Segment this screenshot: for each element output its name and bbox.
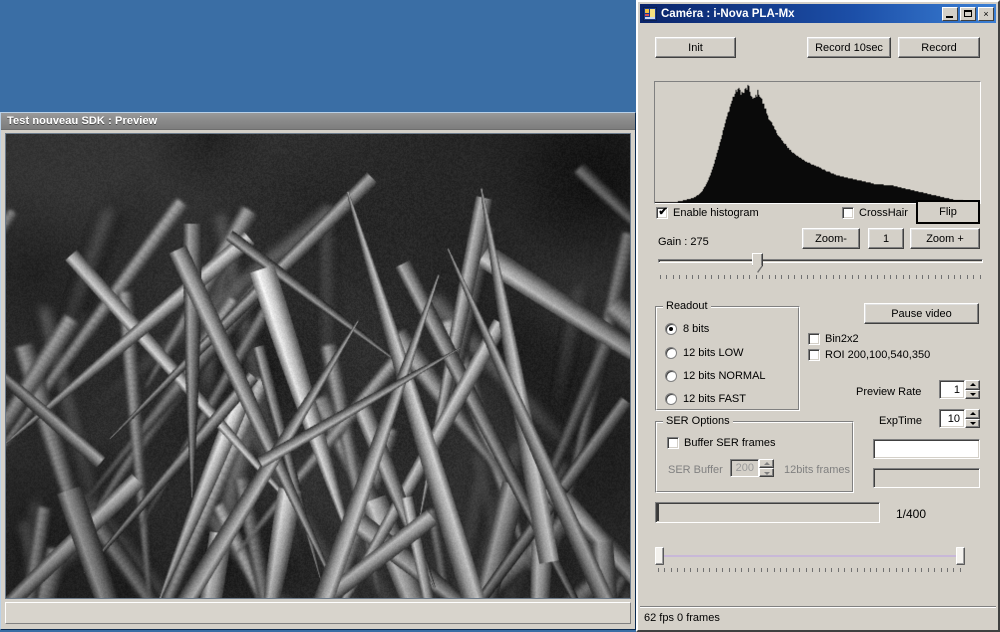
exptime-stepper[interactable]: 10 [939, 409, 980, 428]
roi-checkbox[interactable]: ROI 200,100,540,350 [808, 349, 930, 361]
enable-histogram-label: Enable histogram [673, 207, 759, 219]
radio-label: 12 bits LOW [683, 347, 744, 359]
range-slider[interactable] [655, 547, 965, 565]
radio-circle [665, 323, 677, 335]
readout-group: Readout 8 bits 12 bits LOW 12 bits NORMA… [655, 306, 800, 411]
capture-counter-label: 1/400 [896, 507, 926, 521]
exptime-label: ExpTime [879, 415, 922, 427]
crosshair-checkbox[interactable]: CrossHair [842, 207, 908, 219]
text-field-2-disabled [873, 468, 980, 488]
checkbox-box [808, 333, 820, 345]
ser-options-caption: SER Options [663, 415, 733, 427]
gain-slider-ticks [660, 275, 981, 280]
ser-buffer-stepper: 200 [730, 459, 774, 477]
histogram-canvas [655, 82, 980, 203]
preview-titlebar[interactable]: Test nouveau SDK : Preview [1, 113, 635, 130]
radio-circle [665, 370, 677, 382]
maximize-button[interactable] [960, 7, 976, 21]
preview-rate-label: Preview Rate [856, 386, 921, 398]
exptime-value[interactable]: 10 [939, 409, 965, 428]
camera-titlebar[interactable]: Caméra : i-Nova PLA-Mx × [640, 4, 996, 23]
zoom-in-button[interactable]: Zoom + [910, 228, 980, 249]
enable-histogram-checkbox[interactable]: ✔ Enable histogram [656, 207, 759, 219]
bin2x2-checkbox[interactable]: Bin2x2 [808, 333, 859, 345]
minimize-button[interactable] [942, 7, 958, 21]
preview-status-strip [5, 602, 631, 624]
range-slider-min-thumb[interactable] [655, 547, 664, 565]
flip-button[interactable]: Flip [916, 200, 980, 224]
camera-app-icon [643, 7, 657, 21]
preview-window-title: Test nouveau SDK : Preview [7, 115, 157, 127]
spinner-down-icon[interactable] [965, 419, 980, 429]
range-slider-ticks [658, 568, 961, 573]
range-slider-track [655, 555, 965, 557]
close-icon: × [979, 10, 993, 19]
ser-buffer-value: 200 [730, 459, 759, 477]
radio-12bits-low[interactable]: 12 bits LOW [665, 347, 744, 359]
ser-buffer-label: SER Buffer [668, 464, 723, 476]
check-icon: ✔ [658, 207, 668, 217]
spinner-up-icon [759, 459, 774, 468]
record-button[interactable]: Record [898, 37, 980, 58]
camera-control-window[interactable]: Caméra : i-Nova PLA-Mx × Init Record 10s… [636, 0, 1000, 632]
radio-12bits-fast[interactable]: 12 bits FAST [665, 393, 746, 405]
preview-window[interactable]: Test nouveau SDK : Preview [0, 112, 636, 630]
gain-slider-track [658, 259, 983, 263]
radio-8bits[interactable]: 8 bits [665, 323, 709, 335]
radio-label: 12 bits FAST [683, 393, 746, 405]
buffer-ser-frames-label: Buffer SER frames [684, 437, 776, 449]
radio-circle [665, 393, 677, 405]
gain-slider[interactable] [658, 253, 983, 274]
radio-label: 12 bits NORMAL [683, 370, 766, 382]
checkbox-box: ✔ [656, 207, 668, 219]
buffer-ser-frames-checkbox[interactable]: Buffer SER frames [667, 437, 776, 449]
preview-rate-stepper[interactable]: 1 [939, 380, 980, 399]
zoom-level-button[interactable]: 1 [868, 228, 904, 249]
preview-image-area[interactable] [5, 133, 631, 599]
spinner-up-icon[interactable] [965, 380, 980, 390]
checkbox-box [667, 437, 679, 449]
status-text: 62 fps 0 frames [644, 612, 720, 624]
gain-label: Gain : 275 [658, 236, 709, 248]
spinner-up-icon[interactable] [965, 409, 980, 419]
bin2x2-label: Bin2x2 [825, 333, 859, 345]
spinner-down-icon [759, 468, 774, 477]
preview-rate-value[interactable]: 1 [939, 380, 965, 399]
gain-slider-thumb[interactable] [752, 253, 763, 274]
readout-group-caption: Readout [663, 300, 711, 312]
ser-frames-label: 12bits frames [784, 464, 850, 476]
radio-label: 8 bits [683, 323, 709, 335]
radio-12bits-normal[interactable]: 12 bits NORMAL [665, 370, 766, 382]
roi-label: ROI 200,100,540,350 [825, 349, 930, 361]
camera-window-title: Caméra : i-Nova PLA-Mx [661, 8, 940, 20]
histogram-display [654, 81, 981, 204]
crosshair-label: CrossHair [859, 207, 908, 219]
checkbox-box [842, 207, 854, 219]
spinner-down-icon[interactable] [965, 390, 980, 400]
record-10sec-button[interactable]: Record 10sec [807, 37, 891, 58]
pause-video-button[interactable]: Pause video [864, 303, 979, 324]
preview-image [6, 134, 630, 598]
range-slider-max-thumb[interactable] [956, 547, 965, 565]
zoom-out-button[interactable]: Zoom- [802, 228, 860, 249]
capture-progress-bar [655, 502, 880, 523]
init-button[interactable]: Init [655, 37, 736, 58]
radio-circle [665, 347, 677, 359]
text-field-1[interactable] [873, 439, 980, 459]
status-bar: 62 fps 0 frames [640, 607, 996, 628]
ser-options-group: SER Options Buffer SER frames SER Buffer… [655, 421, 854, 493]
checkbox-box [808, 349, 820, 361]
close-button[interactable]: × [978, 7, 994, 21]
